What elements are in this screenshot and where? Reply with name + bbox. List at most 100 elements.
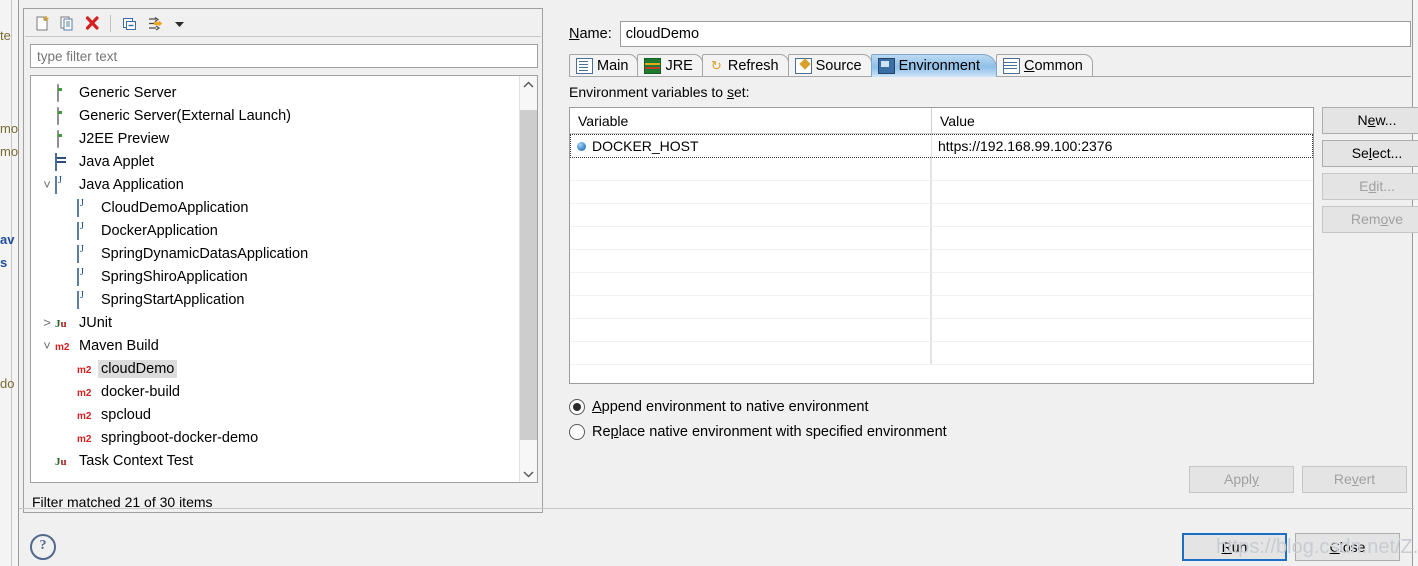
tab-source[interactable]: Source (787, 54, 872, 77)
empty-cell (570, 158, 931, 180)
tree-item[interactable]: Generic Server (31, 81, 521, 104)
tree-item[interactable]: DockerApplication (31, 219, 521, 242)
tree-twisty-icon[interactable] (39, 316, 55, 330)
refresh-tab-icon: ↻ (710, 58, 722, 73)
tree-item[interactable]: m2 cloudDemo (31, 357, 521, 380)
variable-bullet-icon (577, 141, 586, 151)
tree-item[interactable]: Ju Task Context Test (31, 449, 521, 472)
tree-item-label: springboot-docker-demo (101, 429, 259, 446)
tree-twisty-icon[interactable] (39, 339, 55, 353)
table-empty-row (570, 296, 1313, 319)
tab-label: Main (597, 58, 629, 74)
environment-action-buttons: New... Select... Edit... Remove (1322, 107, 1418, 239)
tree-item[interactable]: m2 springboot-docker-demo (31, 426, 521, 449)
empty-cell (931, 250, 1313, 272)
table-row[interactable]: DOCKER_HOST https://192.168.99.100:2376 (570, 134, 1313, 158)
tab-refresh[interactable]: ↻ Refresh (701, 54, 789, 77)
help-icon[interactable]: ? (30, 534, 56, 560)
empty-cell (931, 204, 1313, 226)
background-text-fragment: s (0, 255, 8, 270)
delete-launch-configuration-icon[interactable] (81, 12, 103, 34)
tree-item-label: J2EE Preview (79, 130, 170, 147)
column-header-value[interactable]: Value (932, 108, 1313, 133)
tree-item[interactable]: Ju JUnit (31, 311, 521, 334)
tree-item[interactable]: J2EE Preview (31, 127, 521, 150)
tree-item[interactable]: Java Applet (31, 150, 521, 173)
environment-mode-radio-group: Append environment to native environment… (569, 394, 947, 444)
variable-name-text: DOCKER_HOST (592, 138, 699, 154)
tree-item[interactable]: m2 Maven Build (31, 334, 521, 357)
tree-item-label: SpringShiroApplication (101, 268, 248, 285)
duplicate-launch-configuration-icon[interactable] (56, 12, 78, 34)
configuration-name-label: Name: (569, 26, 612, 42)
cell-variable: DOCKER_HOST (571, 135, 932, 157)
tab-jre[interactable]: JRE (637, 54, 703, 77)
tab-main[interactable]: Main (569, 54, 639, 77)
empty-cell (570, 227, 931, 249)
configuration-tab-bar: Main JRE ↻ Refresh Source Environment Common (569, 53, 1411, 77)
environment-tab-icon (877, 58, 895, 74)
select-button[interactable]: Select... (1322, 140, 1418, 167)
new-launch-configuration-icon[interactable] (31, 12, 53, 34)
revert-button[interactable]: Revert (1302, 466, 1407, 493)
tree-item[interactable]: Java Application (31, 173, 521, 196)
main-tab-icon (576, 58, 593, 74)
launch-configurations-pane: Generic Server Generic Server(External La… (23, 8, 543, 513)
run-button[interactable]: Run (1182, 533, 1287, 561)
jre-tab-icon (644, 58, 662, 74)
new-button[interactable]: New... (1322, 107, 1418, 134)
tree-item-label: Generic Server (79, 84, 177, 101)
radio-button-icon[interactable] (569, 423, 585, 440)
tab-environment[interactable]: Environment (870, 54, 997, 77)
tree-twisty-icon[interactable] (39, 178, 55, 192)
table-empty-row (570, 227, 1313, 250)
scroll-up-arrow-icon[interactable] (520, 76, 537, 93)
tree-item-label: spcloud (101, 406, 151, 423)
radio-button-icon[interactable] (569, 398, 585, 415)
tree-item[interactable]: Generic Server(External Launch) (31, 104, 521, 127)
toolbar-separator (110, 14, 111, 32)
launch-configuration-tree[interactable]: Generic Server Generic Server(External La… (30, 75, 538, 483)
radio-option-append[interactable]: Append environment to native environment (569, 394, 947, 419)
tree-item[interactable]: SpringStartApplication (31, 288, 521, 311)
column-header-variable[interactable]: Variable (570, 108, 932, 133)
configuration-name-input[interactable] (619, 21, 1411, 47)
table-empty-row (570, 273, 1313, 296)
view-menu-chevron-icon[interactable] (168, 12, 190, 34)
collapse-all-icon[interactable] (118, 12, 140, 34)
radio-label: Append environment to native environment (592, 398, 869, 415)
configuration-editor-pane: Name: Main JRE ↻ Refresh Source Environment Co… (557, 0, 1418, 566)
remove-button: Remove (1322, 206, 1418, 233)
table-empty-row (570, 204, 1313, 227)
empty-cell (570, 273, 931, 295)
tree-vertical-scrollbar[interactable] (519, 76, 537, 482)
radio-option-replace[interactable]: Replace native environment with specifie… (569, 419, 947, 444)
scrollbar-thumb[interactable] (520, 110, 537, 440)
apply-button[interactable]: Apply (1189, 466, 1294, 493)
tree-item[interactable]: m2 docker-build (31, 380, 521, 403)
empty-cell (931, 227, 1313, 249)
java-icon (77, 198, 93, 217)
maven-icon: m2 (77, 410, 92, 422)
tree-item[interactable]: SpringDynamicDatasApplication (31, 242, 521, 265)
tree-item[interactable]: SpringShiroApplication (31, 265, 521, 288)
empty-cell (570, 319, 931, 341)
environment-variables-table[interactable]: Variable Value DOCKER_HOST https://192.16… (569, 107, 1314, 384)
tree-item[interactable]: CloudDemoApplication (31, 196, 521, 219)
tree-rows-container: Generic Server Generic Server(External La… (31, 81, 521, 472)
empty-cell (570, 342, 931, 364)
tree-item[interactable]: m2 spcloud (31, 403, 521, 426)
empty-cell (570, 250, 931, 272)
empty-cell (570, 204, 931, 226)
close-button[interactable]: Close (1295, 533, 1400, 561)
empty-cell (931, 342, 1313, 364)
tab-common[interactable]: Common (995, 54, 1093, 77)
table-empty-row (570, 342, 1313, 365)
tree-item-label: Maven Build (79, 337, 159, 354)
filter-text-input[interactable] (30, 44, 538, 68)
scroll-down-arrow-icon[interactable] (520, 465, 537, 482)
table-empty-row (570, 181, 1313, 204)
filter-arrows-icon[interactable] (143, 12, 165, 34)
background-right-strip (1413, 0, 1418, 566)
background-text-fragment: mo (0, 121, 18, 136)
